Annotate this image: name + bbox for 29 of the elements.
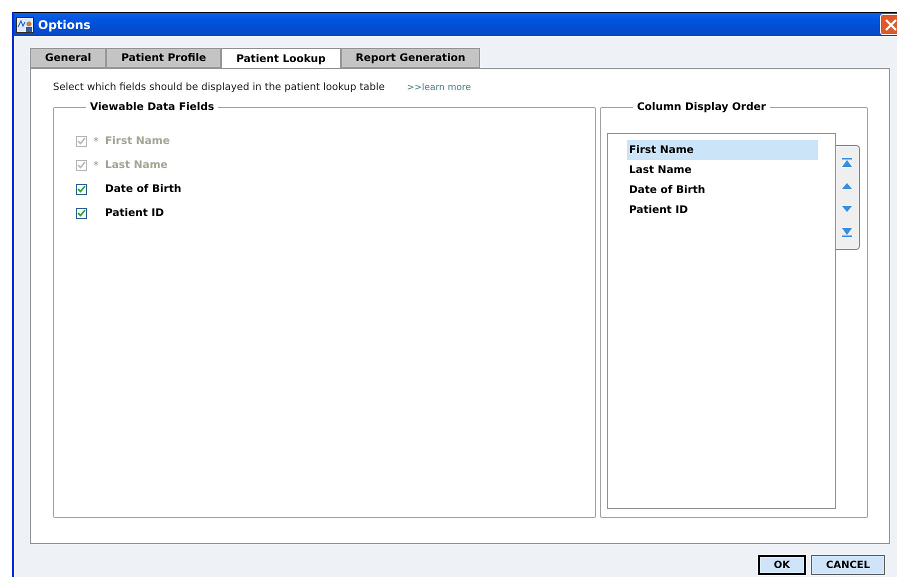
ok-button[interactable]: OK bbox=[758, 555, 806, 575]
cancel-button[interactable]: CANCEL bbox=[811, 555, 885, 575]
tab[interactable]: General bbox=[30, 48, 106, 68]
list-item[interactable]: First Name bbox=[626, 140, 818, 160]
field-label: First Name bbox=[105, 135, 170, 147]
group-title: Column Display Order bbox=[636, 101, 767, 113]
close-button[interactable] bbox=[880, 14, 897, 35]
field-label: Date of Birth bbox=[105, 183, 182, 195]
list-item[interactable]: Date of Birth bbox=[626, 180, 818, 200]
move-top-icon[interactable] bbox=[841, 158, 854, 168]
move-down-icon[interactable] bbox=[841, 204, 854, 214]
instruction-text: Select which fields should be displayed in the patient lookup table bbox=[53, 82, 385, 93]
learn-more-link[interactable]: >>learn more bbox=[406, 82, 471, 92]
required-mark: * bbox=[92, 134, 100, 148]
list-item[interactable]: Last Name bbox=[626, 160, 818, 180]
move-bottom-icon[interactable] bbox=[841, 226, 854, 237]
move-up-icon[interactable] bbox=[841, 181, 854, 192]
field-label: Patient ID bbox=[105, 207, 164, 219]
window-title: Options bbox=[38, 18, 91, 32]
required-mark: * bbox=[92, 158, 100, 172]
checkbox[interactable] bbox=[76, 184, 87, 194]
field-label: Last Name bbox=[105, 159, 168, 171]
tab[interactable]: Report Generation bbox=[340, 48, 480, 68]
tab[interactable]: Patient Profile bbox=[106, 48, 222, 68]
app-icon bbox=[16, 16, 34, 32]
list-item[interactable]: Patient ID bbox=[626, 200, 818, 220]
tab[interactable]: Patient Lookup bbox=[221, 48, 341, 69]
group-title: Viewable Data Fields bbox=[89, 101, 216, 113]
checkbox[interactable] bbox=[76, 208, 87, 218]
